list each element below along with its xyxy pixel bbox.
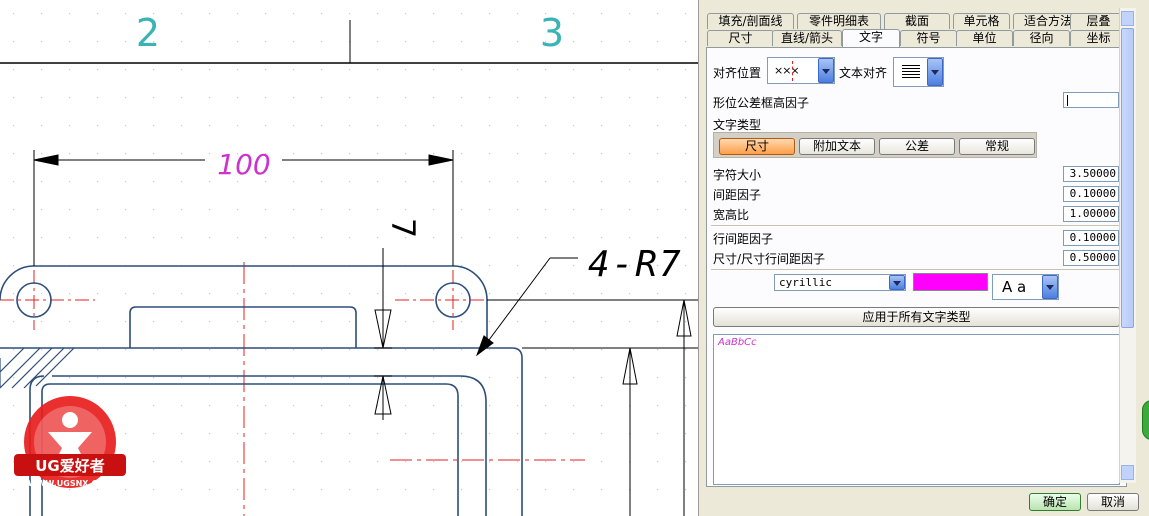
tab-units[interactable]: 单位 bbox=[956, 30, 1013, 46]
aspect-ratio-input[interactable]: 1.00000 bbox=[1063, 206, 1119, 222]
justify-lines-icon bbox=[902, 65, 920, 78]
line-spacing-factor-input[interactable]: 0.10000 bbox=[1063, 230, 1119, 246]
spacing-factor-input[interactable]: 0.10000 bbox=[1063, 186, 1119, 202]
scroll-up-arrow-icon[interactable] bbox=[1121, 11, 1134, 26]
font-style-dropdown[interactable]: A a bbox=[992, 274, 1059, 300]
text-type-appended-text-button[interactable]: 附加文本 bbox=[799, 138, 875, 155]
preview-text: AaBbCc bbox=[718, 337, 757, 348]
alignment-center-mark-icon bbox=[792, 61, 794, 81]
chevron-down-icon[interactable] bbox=[1042, 275, 1058, 299]
logo-url-text: WWW.UGSNX.COM bbox=[28, 479, 112, 488]
chevron-down-icon[interactable] bbox=[927, 58, 943, 86]
text-alignment-label: 文本对齐 bbox=[839, 66, 888, 80]
line-spacing-factor-label: 行间距因子 bbox=[713, 232, 774, 246]
apply-to-all-text-types-button[interactable]: 应用于所有文字类型 bbox=[713, 307, 1120, 327]
separator bbox=[711, 269, 1119, 271]
column-number-2: 2 bbox=[136, 11, 160, 55]
gdt-frame-height-factor-input[interactable] bbox=[1063, 92, 1119, 108]
tab-parts-list[interactable]: 零件明细表 bbox=[797, 13, 881, 29]
text-type-dimension-button[interactable]: 尺寸 bbox=[719, 138, 795, 155]
radius-callout-text: 4-R7 bbox=[588, 244, 683, 285]
alignment-position-label: 对齐位置 bbox=[713, 66, 762, 80]
chevron-down-icon[interactable] bbox=[818, 58, 834, 83]
char-size-input[interactable]: 3.50000 bbox=[1063, 166, 1119, 182]
dim-line-spacing-factor-input[interactable]: 0.50000 bbox=[1063, 250, 1119, 266]
dim-line-spacing-factor-label: 尺寸/尺寸行间距因子 bbox=[713, 252, 826, 266]
ug-logo-emblem: UG爱好者 WWW.UGSNX.COM bbox=[14, 396, 126, 488]
spacing-factor-label: 间距因子 bbox=[713, 188, 762, 202]
logo-brand-text: UG爱好者 bbox=[35, 457, 105, 475]
tab-section[interactable]: 截面 bbox=[884, 13, 950, 29]
text-type-label: 文字类型 bbox=[713, 118, 762, 132]
side-handle-icon[interactable] bbox=[1142, 400, 1149, 440]
gdt-frame-height-factor-label: 形位公差框高因子 bbox=[713, 96, 810, 110]
char-size-label: 字符大小 bbox=[713, 168, 762, 182]
dimension-100-text: 100 bbox=[217, 148, 270, 181]
scroll-down-arrow-icon[interactable] bbox=[1121, 465, 1134, 480]
tab-dimension[interactable]: 尺寸 bbox=[707, 30, 774, 46]
cancel-button[interactable]: 取消 bbox=[1087, 493, 1139, 511]
tab-text[interactable]: 文字 bbox=[842, 29, 900, 47]
text-tab-page: 对齐位置 ××× 文本对齐 形位公差框高因子 文字类型 尺寸 附加文本 公差 常… bbox=[706, 47, 1127, 487]
alignment-position-dropdown[interactable]: ××× bbox=[767, 57, 835, 84]
alignment-glyph: ××× bbox=[774, 64, 800, 77]
dimension-7-text: 7 bbox=[384, 218, 422, 238]
column-number-3: 3 bbox=[540, 11, 564, 55]
font-dropdown[interactable]: cyrillic bbox=[774, 274, 906, 291]
tab-symbol[interactable]: 符号 bbox=[900, 30, 957, 46]
ok-button[interactable]: 确定 bbox=[1029, 493, 1081, 511]
text-type-general-button[interactable]: 常规 bbox=[959, 138, 1035, 155]
text-caret bbox=[1067, 95, 1068, 106]
ug-logo: UG爱好者 WWW.UGSNX.COM bbox=[14, 390, 126, 502]
chevron-down-icon[interactable] bbox=[889, 275, 905, 290]
annotation-preferences-dialog: 填充/剖面线 零件明细表 截面 单元格 适合方法 层叠 尺寸 直线/箭头 文字 … bbox=[698, 0, 1149, 516]
text-preview-box: AaBbCc bbox=[713, 334, 1120, 485]
tab-fill-hatch[interactable]: 填充/剖面线 bbox=[707, 13, 794, 29]
font-style-value: A a bbox=[1002, 278, 1027, 296]
text-type-tolerance-button[interactable]: 公差 bbox=[879, 138, 955, 155]
aspect-ratio-label: 宽高比 bbox=[713, 208, 750, 222]
scrollbar-thumb[interactable] bbox=[1121, 28, 1134, 328]
panel-scrollbar[interactable] bbox=[1119, 8, 1136, 483]
text-color-swatch[interactable] bbox=[913, 273, 988, 291]
separator bbox=[711, 225, 1119, 227]
cad-drawing-area[interactable]: 2 3 100 7 4-R7 UG爱好者 WWW.UGSNX.COM bbox=[0, 0, 698, 516]
tab-cell[interactable]: 单元格 bbox=[953, 13, 1010, 29]
tab-line-arrow[interactable]: 直线/箭头 bbox=[772, 30, 842, 46]
font-value: cyrillic bbox=[779, 276, 832, 289]
tab-radial[interactable]: 径向 bbox=[1013, 30, 1070, 46]
text-alignment-dropdown[interactable] bbox=[893, 57, 944, 87]
